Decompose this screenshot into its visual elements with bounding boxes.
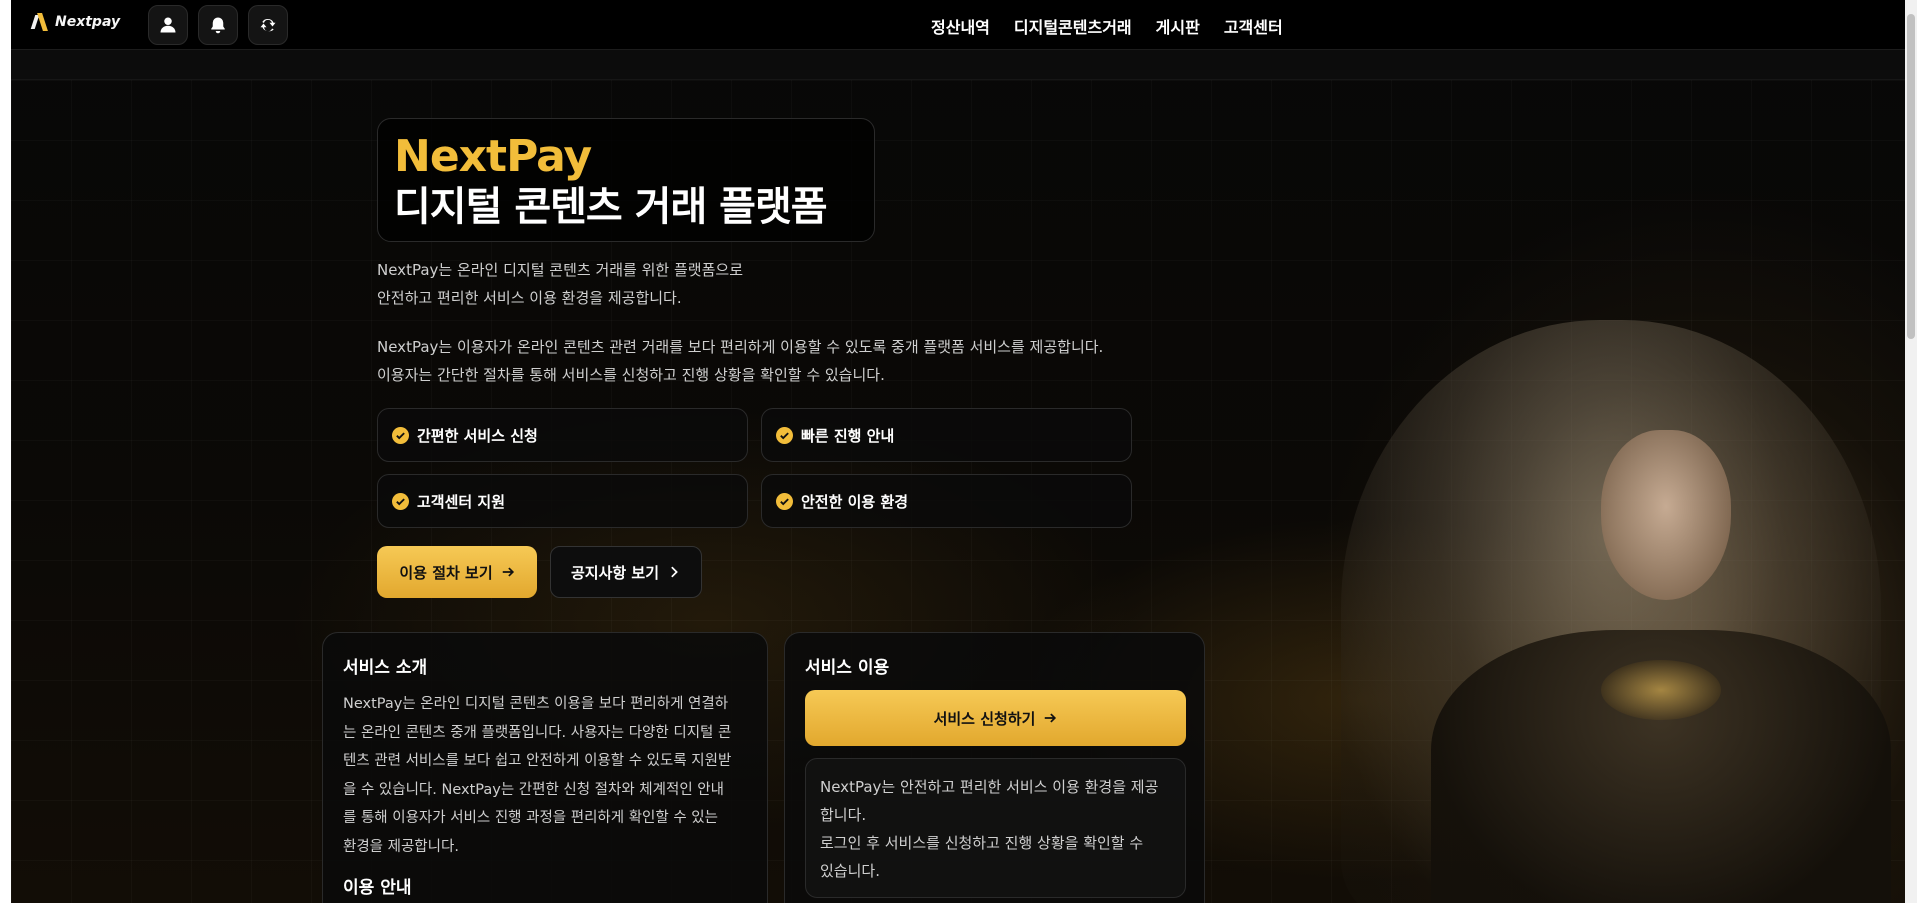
check-circle-icon	[776, 492, 793, 510]
view-procedure-button[interactable]: 이용 절차 보기	[377, 546, 537, 598]
window-left-edge	[0, 0, 11, 903]
apply-service-button[interactable]: 서비스 신청하기	[805, 690, 1186, 746]
nav-digital-content-trade[interactable]: 디지털콘텐츠거래	[1014, 14, 1132, 38]
hero-title-box: NextPay 디지털 콘텐츠 거래 플랫폼	[377, 118, 875, 242]
intro-line: NextPay는 온라인 디지털 콘텐츠 이용을 보다 편리하게 연결하	[343, 696, 729, 712]
check-circle-icon	[392, 492, 409, 510]
hero-description-2: NextPay는 이용자가 온라인 콘텐츠 관련 거래를 보다 편리하게 이용할…	[377, 333, 1103, 389]
usage-guide-title: 이용 안내	[343, 878, 412, 898]
nav-customer-center[interactable]: 고객센터	[1224, 14, 1283, 38]
arrow-right-icon	[1045, 713, 1057, 723]
feature-label: 간편한 서비스 신청	[417, 426, 538, 445]
service-notice-box: NextPay는 안전하고 편리한 서비스 이용 환경을 제공 합니다. 로그인…	[805, 758, 1186, 898]
notice-line: 있습니다.	[820, 862, 880, 880]
logo-mark-icon	[31, 13, 53, 31]
feature-label: 고객센터 지원	[417, 492, 506, 511]
feature-label: 빠른 진행 안내	[801, 426, 895, 445]
feature-safe-environment: 안전한 이용 환경	[761, 474, 1132, 528]
arrow-right-icon	[502, 567, 514, 577]
chevron-right-icon	[671, 566, 678, 578]
feature-easy-apply: 간편한 서비스 신청	[377, 408, 748, 462]
view-procedure-label: 이용 절차 보기	[399, 563, 493, 582]
intro-line: 환경을 제공합니다.	[343, 838, 459, 855]
view-notice-button[interactable]: 공지사항 보기	[550, 546, 702, 598]
hero-character-illustration	[1301, 300, 1905, 903]
scrollbar-thumb[interactable]	[1907, 14, 1915, 339]
top-header: Nextpay 정산내역 디지털콘텐츠거래 게시판 고객센터	[11, 0, 1905, 50]
page: Nextpay 정산내역 디지털콘텐츠거래 게시판 고객센터 NextPay 디…	[11, 0, 1905, 903]
feature-customer-support: 고객센터 지원	[377, 474, 748, 528]
vertical-scrollbar[interactable]	[1905, 0, 1917, 903]
notifications-button[interactable]	[198, 5, 238, 45]
view-notice-label: 공지사항 보기	[570, 563, 660, 582]
nav-settlement[interactable]: 정산내역	[931, 14, 990, 38]
service-use-title: 서비스 이용	[805, 658, 890, 678]
hero-description-2-line-2: 이용자는 간단한 절차를 통해 서비스를 신청하고 진행 상황을 확인할 수 있…	[377, 366, 885, 384]
intro-line: 텐츠 관련 서비스를 보다 쉽고 안전하게 이용할 수 있도록 지원받	[343, 753, 732, 769]
intro-line: 을 수 있습니다. NextPay는 간편한 신청 절차와 체계적인 안내	[343, 781, 724, 798]
bell-icon	[211, 17, 225, 34]
service-use-card: 서비스 이용 서비스 신청하기 NextPay는 안전하고 편리한 서비스 이용…	[784, 632, 1205, 903]
check-circle-icon	[776, 426, 793, 444]
hero-description-2-line-1: NextPay는 이용자가 온라인 콘텐츠 관련 거래를 보다 편리하게 이용할…	[377, 338, 1104, 356]
service-intro-text: NextPay는 온라인 디지털 콘텐츠 이용을 보다 편리하게 연결하 는 온…	[343, 690, 747, 861]
sub-header-bar	[11, 50, 1905, 80]
refresh-button[interactable]	[248, 5, 288, 45]
hero-brand: NextPay	[394, 131, 592, 182]
notice-line: 로그인 후 서비스를 신청하고 진행 상황을 확인할 수	[820, 834, 1144, 852]
feature-label: 안전한 이용 환경	[801, 492, 909, 511]
hero-title: 디지털 콘텐츠 거래 플랫폼	[394, 184, 828, 230]
apply-service-label: 서비스 신청하기	[933, 709, 1036, 728]
intro-line: 는 온라인 콘텐츠 중개 플랫폼입니다. 사용자는 다양한 디지털 콘	[343, 724, 732, 741]
main-nav: 정산내역 디지털콘텐츠거래 게시판 고객센터	[931, 14, 1283, 38]
hero-description-1-line-2: 안전하고 편리한 서비스 이용 환경을 제공합니다.	[377, 289, 682, 307]
hero-description-1-line-1: NextPay는 온라인 디지털 콘텐츠 거래를 위한 플랫폼으로	[377, 261, 743, 279]
user-icon	[160, 17, 176, 33]
service-intro-title: 서비스 소개	[343, 658, 428, 678]
hero-description-1: NextPay는 온라인 디지털 콘텐츠 거래를 위한 플랫폼으로 안전하고 편…	[377, 256, 743, 312]
intro-line: 를 통해 이용자가 서비스 진행 과정을 편리하게 확인할 수 있는	[343, 810, 718, 826]
check-circle-icon	[392, 426, 409, 444]
logo-text: Nextpay	[55, 14, 121, 30]
notice-line: 합니다.	[820, 806, 867, 824]
nav-board[interactable]: 게시판	[1156, 14, 1200, 38]
service-intro-card: 서비스 소개 NextPay는 온라인 디지털 콘텐츠 이용을 보다 편리하게 …	[322, 632, 768, 903]
refresh-icon	[260, 18, 276, 32]
profile-button[interactable]	[148, 5, 188, 45]
logo[interactable]: Nextpay	[31, 10, 120, 34]
notice-line: NextPay는 안전하고 편리한 서비스 이용 환경을 제공	[820, 778, 1159, 796]
feature-fast-progress: 빠른 진행 안내	[761, 408, 1132, 462]
